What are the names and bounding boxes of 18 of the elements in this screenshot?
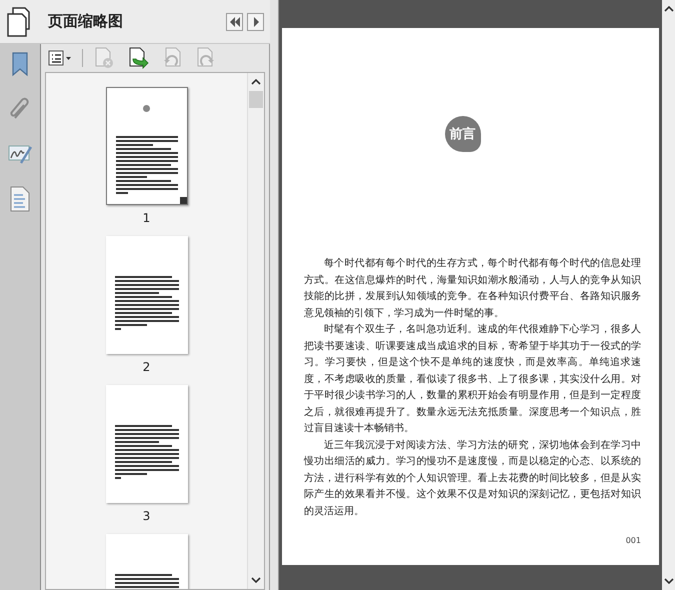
- double-left-arrow-icon: [228, 16, 240, 26]
- panel-title: 页面缩略图: [48, 12, 124, 31]
- page-number-label: 1: [142, 211, 150, 226]
- page-thumbnail[interactable]: [106, 236, 188, 354]
- page-thumbnail[interactable]: [106, 385, 188, 503]
- scrollbar[interactable]: [662, 0, 675, 590]
- page-number-label: 3: [142, 509, 150, 524]
- chapter-badge: 前言: [444, 116, 480, 152]
- page-number: 001: [626, 536, 641, 545]
- paragraph: 近三年我沉浸于对阅读方法、学习方法的研究，深切地体会到在学习中慢功出细活的威力。学习的慢功不是速度慢，而是以稳定的心态、以系统的方法，进行科学有效的个人知识管理。看上去花费的时间比较多，但是从实际产生的效果看并不慢。这个效果不仅是对知识的深刻记忆，更包括对知识的灵活运用。: [304, 438, 641, 518]
- paragraph: 每个时代都有每个时代的生存方式，每个时代都有每个时代的信息处理方式。在这信息爆炸的时代，海量知识如潮水般涌动，人与人的竞争从知识技能的比拼，发展到认知领域的竞争。在各种知识付费平台、各路知识服务意见领袖的引领下，学习成为一件时髦的事。: [304, 256, 641, 320]
- paragraph: 时髦有个双生子，名叫急功近利。速成的年代很难静下心学习，很多人把读书要速读、听课要速成当成追求的目标，寄希望于毕其功于一役式的学习。学习要快，但是这个快不是单纯的速度快，而是效率高。单纯追求速度，不考虑吸收的质量，看似读了很多书、上了很多课，其实没什么用。对于平时很少读书学习的人，数量的累积开始会有明显作用，但是到一定程度之后，就很难再提升了。数量永远无法充抵质量。深度思考一个知识点，胜过盲目速读十本畅销书。: [304, 322, 641, 436]
- page-thumbnail[interactable]: [106, 87, 188, 205]
- collapse-panel-button[interactable]: [226, 12, 243, 30]
- scroll-thumb[interactable]: [249, 91, 263, 108]
- expand-button[interactable]: [247, 12, 264, 30]
- page-number-label: 2: [142, 360, 150, 375]
- scrollbar[interactable]: [247, 73, 264, 589]
